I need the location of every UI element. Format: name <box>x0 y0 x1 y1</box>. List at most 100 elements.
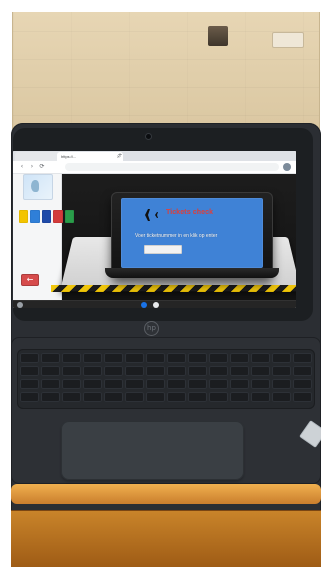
key[interactable] <box>62 379 81 389</box>
key[interactable] <box>62 392 81 402</box>
key[interactable] <box>230 379 249 389</box>
color-swatch <box>30 210 40 223</box>
key[interactable] <box>209 379 228 389</box>
key[interactable] <box>83 379 102 389</box>
browser-toolbar: ‹ › ⟳ <box>13 161 296 174</box>
reload-icon[interactable]: ⟳ <box>39 163 45 171</box>
key[interactable] <box>209 353 228 363</box>
color-swatch <box>19 210 29 223</box>
key[interactable] <box>146 366 165 376</box>
key[interactable] <box>125 353 144 363</box>
key[interactable] <box>188 392 207 402</box>
key[interactable] <box>167 392 186 402</box>
laptop-orange-trim <box>11 484 321 504</box>
key[interactable] <box>20 366 39 376</box>
key[interactable] <box>146 379 165 389</box>
browser-tab[interactable]: × <box>15 152 63 161</box>
keyboard-row <box>20 379 312 389</box>
key[interactable] <box>104 392 123 402</box>
key[interactable] <box>272 379 291 389</box>
web-content: Tickets check Voer ticketnummer in en kl… <box>13 174 296 300</box>
keyboard-row <box>20 392 312 402</box>
key[interactable] <box>272 353 291 363</box>
key[interactable] <box>41 392 60 402</box>
key[interactable] <box>83 392 102 402</box>
key[interactable] <box>293 366 312 376</box>
key[interactable] <box>62 353 81 363</box>
browser-tab-label: https://... <box>61 154 77 159</box>
key[interactable] <box>293 392 312 402</box>
key[interactable] <box>188 353 207 363</box>
key[interactable] <box>104 379 123 389</box>
keyboard-row <box>20 366 312 376</box>
key[interactable] <box>167 366 186 376</box>
trackpad[interactable] <box>61 421 244 480</box>
address-bar[interactable] <box>65 163 279 171</box>
key[interactable] <box>83 366 102 376</box>
key[interactable] <box>146 392 165 402</box>
laptop-display: × https://... × + ‹ › ⟳ <box>13 151 296 308</box>
key[interactable] <box>146 353 165 363</box>
key[interactable] <box>230 392 249 402</box>
key[interactable] <box>251 353 270 363</box>
color-swatch <box>41 210 52 223</box>
webcam <box>146 134 151 139</box>
forward-icon[interactable]: › <box>29 163 35 171</box>
key[interactable] <box>230 353 249 363</box>
key[interactable] <box>272 366 291 376</box>
airplane-icon <box>136 209 158 221</box>
chrome-icon[interactable] <box>141 302 147 308</box>
laptop-illustration: Tickets check Voer ticketnummer in en kl… <box>105 192 279 278</box>
key[interactable] <box>251 379 270 389</box>
key[interactable] <box>41 353 60 363</box>
key[interactable] <box>125 366 144 376</box>
ticket-prompt: Voer ticketnummer in en klik op enter <box>135 233 218 239</box>
key[interactable] <box>41 366 60 376</box>
key[interactable] <box>251 392 270 402</box>
key[interactable] <box>167 379 186 389</box>
key[interactable] <box>20 353 39 363</box>
new-tab-button[interactable]: + <box>117 152 123 160</box>
key[interactable] <box>188 379 207 389</box>
key[interactable] <box>272 392 291 402</box>
key[interactable] <box>209 366 228 376</box>
desk <box>11 510 321 567</box>
key[interactable] <box>230 366 249 376</box>
key[interactable] <box>62 366 81 376</box>
key[interactable] <box>209 392 228 402</box>
color-swatches <box>19 210 75 223</box>
key[interactable] <box>125 379 144 389</box>
key[interactable] <box>104 366 123 376</box>
ticket-number-input[interactable] <box>144 245 182 254</box>
app-icon[interactable] <box>153 302 159 308</box>
key[interactable] <box>20 379 39 389</box>
wall-fixture <box>208 26 228 46</box>
map-thumbnail <box>23 174 53 200</box>
key[interactable] <box>83 353 102 363</box>
key[interactable] <box>125 392 144 402</box>
keyboard-row <box>20 353 312 363</box>
color-swatch <box>53 210 63 223</box>
browser-tab-active[interactable]: https://... × <box>57 152 123 161</box>
back-button[interactable]: ← <box>21 274 39 286</box>
profile-avatar-icon[interactable] <box>283 163 291 171</box>
color-swatch <box>64 210 75 223</box>
key[interactable] <box>293 353 312 363</box>
screen-title: Tickets check <box>166 209 214 216</box>
key[interactable] <box>293 379 312 389</box>
key[interactable] <box>104 353 123 363</box>
back-icon[interactable]: ‹ <box>19 163 25 171</box>
key[interactable] <box>188 366 207 376</box>
photo-frame: × https://... × + ‹ › ⟳ <box>0 0 321 567</box>
hp-logo: hp <box>144 321 159 336</box>
launcher-icon[interactable] <box>17 302 23 308</box>
key[interactable] <box>251 366 270 376</box>
hazard-stripe <box>51 285 296 292</box>
key[interactable] <box>41 379 60 389</box>
key[interactable] <box>20 392 39 402</box>
illustration-base <box>105 268 279 278</box>
wall-socket <box>272 32 304 48</box>
illustration-screen: Tickets check Voer ticketnummer in en kl… <box>121 198 263 268</box>
key[interactable] <box>167 353 186 363</box>
chrome-os-shelf <box>13 300 296 308</box>
